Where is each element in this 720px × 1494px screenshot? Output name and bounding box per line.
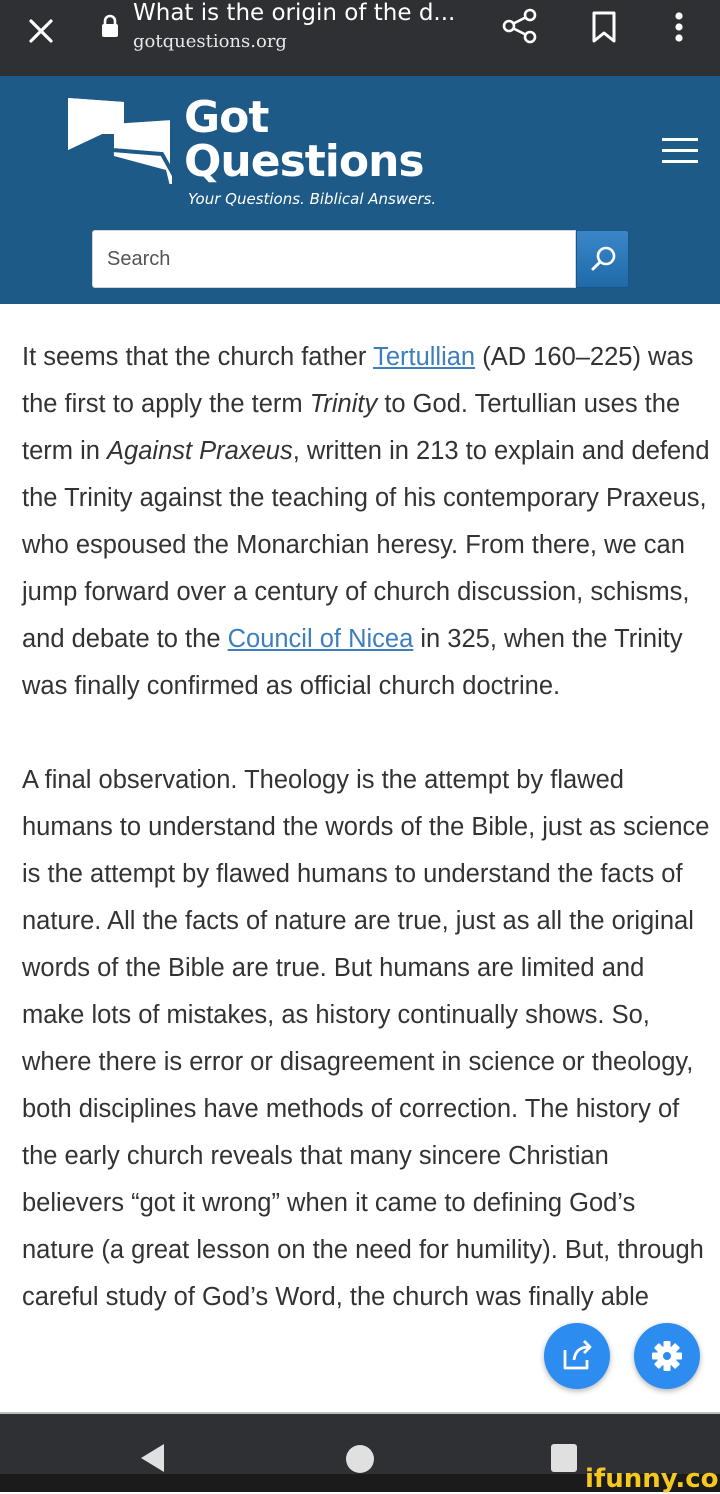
- brand-line-1: Got: [184, 92, 269, 143]
- hamburger-menu-icon[interactable]: [662, 138, 700, 170]
- search-button[interactable]: [576, 230, 629, 288]
- browser-toolbar: What is the origin of the d... gotquesti…: [0, 0, 720, 76]
- home-icon[interactable]: [346, 1445, 374, 1473]
- page-url: gotquestions.org: [133, 31, 287, 52]
- back-icon[interactable]: [138, 1442, 168, 1474]
- link-tertullian[interactable]: Tertullian: [373, 343, 475, 371]
- emphasis-trinity: Trinity: [309, 390, 378, 418]
- external-share-icon: [563, 1340, 592, 1370]
- gear-icon: [652, 1341, 682, 1371]
- address-bar[interactable]: What is the origin of the d... gotquesti…: [133, 0, 473, 52]
- emphasis-against-praxeus: Against Praxeus: [107, 437, 293, 465]
- search-bar: [92, 230, 629, 288]
- article-paragraph: A final observation. Theology is the att…: [22, 766, 710, 1311]
- brand-tagline: Your Questions. Biblical Answers.: [188, 190, 437, 208]
- lock-icon: [100, 14, 120, 38]
- bookmark-icon[interactable]: [588, 8, 620, 46]
- more-options-icon[interactable]: [664, 8, 694, 48]
- page-title: What is the origin of the d...: [133, 0, 456, 26]
- text-run: It seems that the church father: [22, 343, 374, 371]
- brand-line-2: Questions: [184, 136, 425, 187]
- text-run: , written in 213 to explain and defend t…: [22, 437, 710, 653]
- settings-fab-button[interactable]: [634, 1323, 700, 1389]
- share-icon[interactable]: [500, 6, 540, 46]
- article-paragraph: It seems that the church father Tertulli…: [22, 334, 712, 710]
- close-icon[interactable]: [24, 14, 58, 48]
- watermark-logo: ifunny.co: [585, 1464, 719, 1494]
- search-input[interactable]: [92, 230, 576, 288]
- site-header: Got Questions Your Questions. Biblical A…: [0, 76, 720, 304]
- article-body: It seems that the church father Tertulli…: [22, 334, 712, 1368]
- brand[interactable]: Got Questions Your Questions. Biblical A…: [184, 92, 437, 209]
- recent-apps-icon[interactable]: [551, 1444, 577, 1472]
- share-fab-button[interactable]: [544, 1323, 610, 1389]
- search-icon: [591, 246, 616, 271]
- site-logo-icon[interactable]: [66, 94, 176, 194]
- link-council-of-nicea[interactable]: Council of Nicea: [228, 625, 414, 653]
